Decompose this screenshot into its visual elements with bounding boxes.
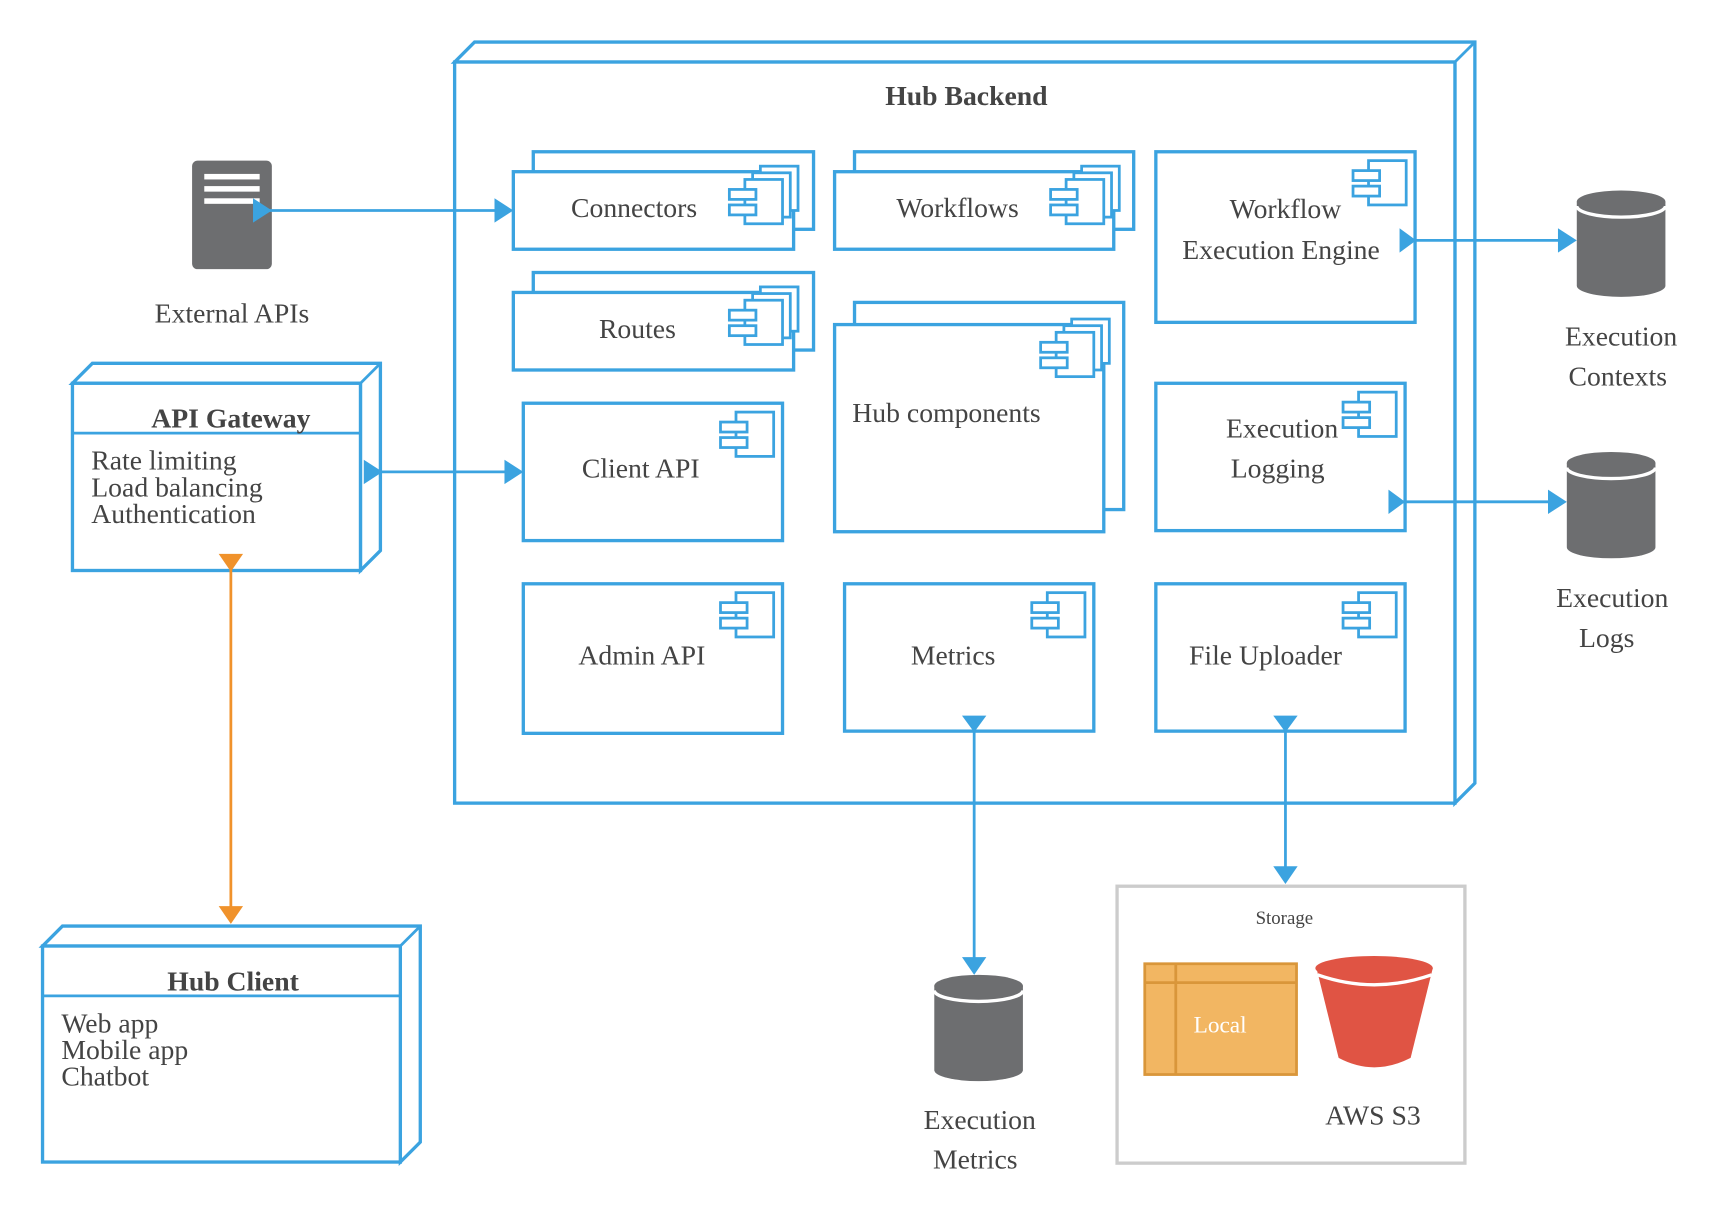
gateway-item: Authentication [91,498,256,529]
execution-logging-component[interactable]: Execution Logging [1154,381,1407,533]
admin-api-component[interactable]: Admin API [521,582,785,736]
logging-label-1: Execution [1226,413,1338,444]
external-apis-label: External APIs [155,297,310,328]
hub-components-label: Hub components [852,397,1040,428]
routes-component[interactable]: Routes [511,270,816,372]
external-apis-node: External APIs [155,160,310,328]
execution-contexts-database: Execution Contexts [1565,190,1677,392]
contexts-label-2: Contexts [1569,361,1667,392]
hub-client-node: Hub Client Web app Mobile app Chatbot [38,924,422,1167]
connectors-label: Connectors [571,192,697,223]
metrics-component[interactable]: Metrics [842,582,1096,733]
connectors-component[interactable]: Connectors [511,150,816,251]
metrics-store-label-1: Execution [924,1104,1036,1135]
logs-label-1: Execution [1556,582,1668,613]
architecture-diagram: Hub Backend Connectors Workflows Routes … [38,40,1677,1175]
workflows-component[interactable]: Workflows [832,150,1136,251]
execution-logs-database: Execution Logs [1556,451,1669,653]
admin-api-label: Admin API [578,640,705,671]
hub-client-title: Hub Client [167,965,299,996]
client-api-label: Client API [582,452,700,483]
contexts-label-1: Execution [1565,321,1677,352]
client-item: Chatbot [61,1061,149,1092]
local-storage: Local [1143,962,1298,1076]
routes-label: Routes [599,313,676,344]
logs-label-2: Logs [1579,622,1634,653]
engine-label-1: Workflow [1230,193,1342,224]
client-api-component[interactable]: Client API [521,401,785,543]
workflow-execution-engine-component[interactable]: Workflow Execution Engine [1154,150,1417,325]
metrics-store-label-2: Metrics [933,1144,1018,1175]
execution-metrics-database: Execution Metrics [924,974,1036,1175]
metrics-label: Metrics [911,640,996,671]
storage-title: Storage [1256,908,1314,929]
api-gateway-title: API Gateway [151,403,310,434]
workflows-label: Workflows [896,192,1018,223]
logging-label-2: Logging [1231,452,1325,483]
file-uploader-component[interactable]: File Uploader [1154,582,1407,733]
aws-s3-label: AWS S3 [1325,1099,1420,1130]
local-label: Local [1194,1012,1247,1038]
file-uploader-label: File Uploader [1189,640,1342,671]
api-gateway-node: API Gateway Rate limiting Load balancing… [68,361,383,575]
storage-group: Storage Local AWS S3 [1115,884,1467,1165]
engine-label-2: Execution Engine [1182,234,1380,265]
hub-components-component[interactable]: Hub components [832,300,1126,534]
hub-backend-title: Hub Backend [885,80,1048,111]
